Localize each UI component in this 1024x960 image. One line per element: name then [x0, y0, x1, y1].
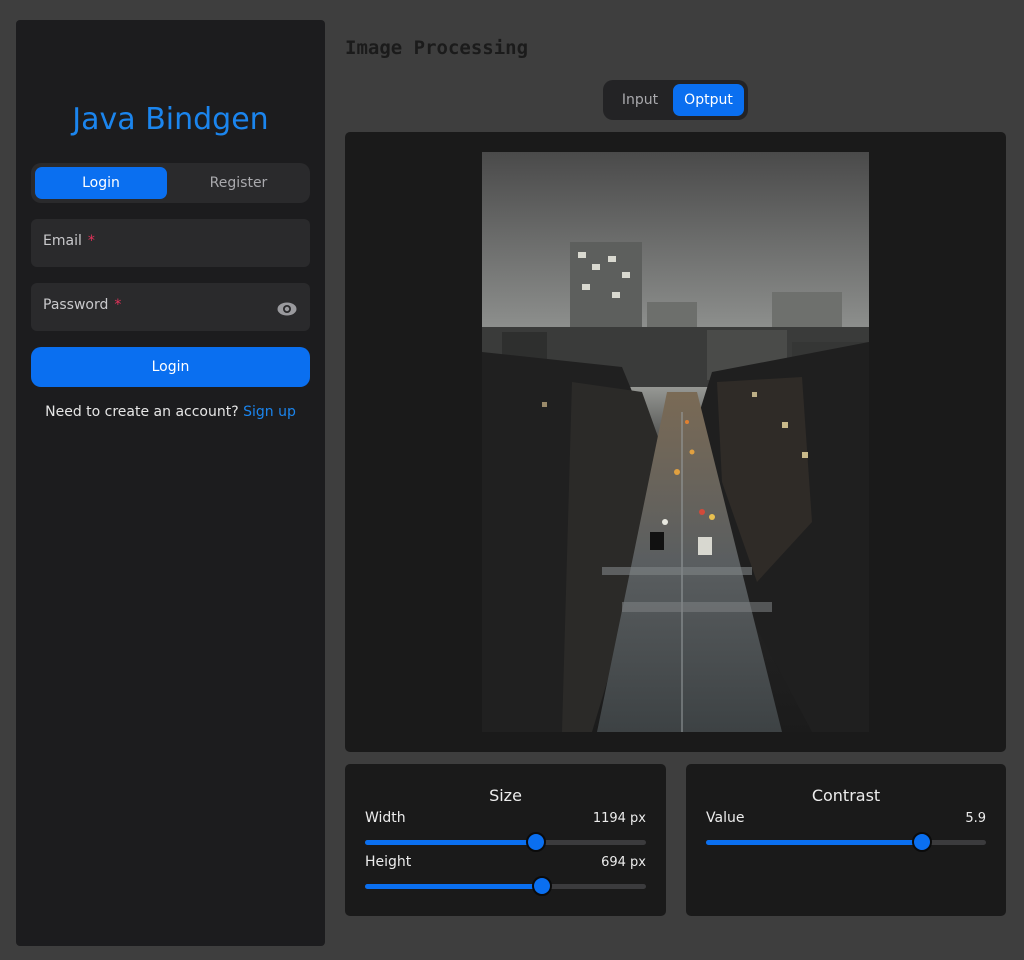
size-card-title: Size — [489, 786, 522, 805]
login-button[interactable]: Login — [31, 347, 310, 387]
password-label: Password * — [43, 297, 122, 313]
width-slider[interactable] — [365, 832, 646, 852]
password-field[interactable]: Password * — [31, 283, 310, 331]
width-slider-fill — [365, 840, 537, 845]
auth-tabs: Login Register — [31, 163, 310, 203]
required-mark: * — [87, 233, 95, 249]
contrast-slider-fill — [706, 840, 922, 845]
tab-input[interactable]: Input — [607, 84, 673, 116]
output-image — [482, 152, 869, 732]
size-card: Size Width 1194 px Height 694 px — [345, 764, 666, 916]
width-value: 1194 px — [592, 811, 646, 826]
eye-icon[interactable] — [277, 302, 297, 316]
height-slider-fill — [365, 884, 543, 889]
width-slider-thumb[interactable] — [526, 832, 547, 852]
height-slider[interactable] — [365, 876, 646, 896]
app-title: Java Bindgen — [72, 102, 269, 137]
required-mark: * — [114, 297, 122, 313]
contrast-value: 5.9 — [965, 811, 986, 826]
height-label: Height — [365, 854, 412, 870]
tab-register[interactable]: Register — [171, 167, 306, 199]
contrast-slider[interactable] — [706, 832, 986, 852]
contrast-value-label: Value — [706, 810, 745, 826]
tab-output[interactable]: Optput — [673, 84, 744, 116]
image-preview-panel — [345, 132, 1006, 752]
contrast-card-title: Contrast — [811, 786, 881, 805]
signup-link[interactable]: Sign up — [243, 404, 296, 420]
auth-sidebar: Java Bindgen Login Register Email * Passw… — [16, 20, 325, 946]
height-value: 694 px — [601, 855, 646, 870]
tab-login[interactable]: Login — [35, 167, 167, 199]
email-label: Email * — [43, 233, 95, 249]
width-label: Width — [365, 810, 406, 826]
email-field[interactable]: Email * — [31, 219, 310, 267]
height-slider-thumb[interactable] — [532, 876, 553, 896]
page-title: Image Processing — [345, 37, 529, 59]
city-street-image — [482, 152, 869, 732]
signup-prompt: Need to create an account? Sign up — [45, 404, 296, 420]
contrast-card: Contrast Value 5.9 — [686, 764, 1006, 916]
input-output-toggle: Input Optput — [603, 80, 748, 120]
contrast-slider-thumb[interactable] — [911, 832, 932, 852]
